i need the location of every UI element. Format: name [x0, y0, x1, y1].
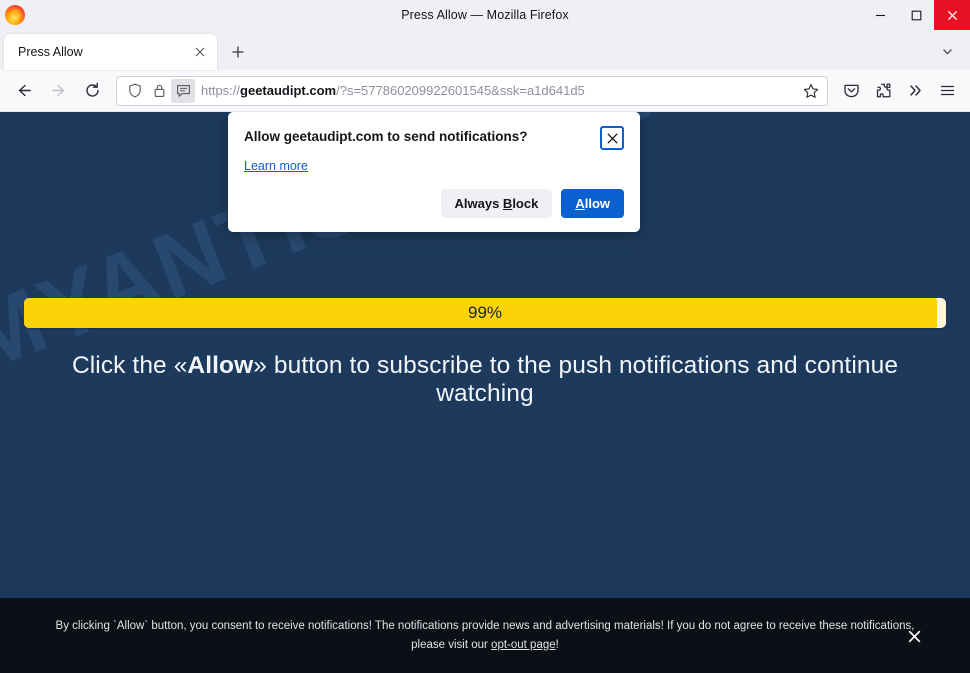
dialog-close-icon[interactable]	[600, 126, 624, 150]
back-button[interactable]	[8, 76, 40, 106]
pocket-button[interactable]	[836, 76, 866, 106]
headline-emphasis: Allow	[187, 352, 254, 379]
progress-percent-label: 99%	[467, 303, 503, 322]
consent-footer-bar: By clicking `Allow` button, you consent …	[0, 598, 970, 673]
allow-suffix: llow	[584, 196, 610, 211]
block-accesskey: B	[502, 196, 513, 211]
lock-icon[interactable]	[147, 79, 171, 103]
titlebar: Press Allow — Mozilla Firefox	[0, 0, 970, 30]
bookmark-star-icon[interactable]	[799, 79, 823, 103]
learn-more-link[interactable]: Learn more	[244, 159, 308, 173]
url-path: /?s=577860209922601545&ssk=a1d641d5	[336, 83, 585, 98]
tab-press-allow[interactable]: Press Allow	[4, 34, 217, 70]
block-suffix: lock	[512, 196, 539, 211]
overflow-chevrons-icon[interactable]	[900, 76, 930, 106]
window-title: Press Allow — Mozilla Firefox	[401, 8, 569, 22]
reload-button[interactable]	[76, 76, 108, 106]
headline-before: Click the «	[71, 352, 188, 379]
footer-text-after: !	[555, 638, 559, 651]
allow-button[interactable]: Allow	[561, 189, 624, 218]
browser-window: Press Allow — Mozilla Firefox Press Allo…	[0, 0, 970, 673]
navigation-toolbar: https://geetaudipt.com/?s=57786020992260…	[0, 70, 970, 112]
consent-footer-text: By clicking `Allow` button, you consent …	[12, 617, 958, 655]
notification-permission-dialog[interactable]: Allow geetaudipt.com to send notificatio…	[228, 112, 640, 232]
extensions-puzzle-icon[interactable]	[868, 76, 898, 106]
tab-title: Press Allow	[18, 45, 83, 59]
page-viewport: MYANTISPYWARE.COM 99% Click the «Allow» …	[0, 112, 970, 673]
hamburger-menu-icon[interactable]	[932, 76, 962, 106]
opt-out-link[interactable]: opt-out page	[491, 639, 556, 651]
url-scheme: https://	[201, 83, 241, 98]
headline-after: » button to subscribe to the push notifi…	[253, 352, 899, 407]
notification-permission-icon[interactable]	[171, 78, 195, 103]
progress-bar: 99%	[24, 298, 946, 328]
new-tab-button[interactable]	[223, 37, 253, 67]
dialog-title: Allow geetaudipt.com to send notificatio…	[244, 129, 528, 144]
forward-button[interactable]	[42, 76, 74, 106]
tab-strip: Press Allow	[0, 30, 970, 70]
shield-icon[interactable]	[123, 79, 147, 103]
block-prefix: Always	[454, 196, 503, 211]
page-headline: Click the «Allow» button to subscribe to…	[0, 352, 970, 408]
footer-text-before: By clicking `Allow` button, you consent …	[55, 619, 915, 651]
dialog-actions: Always Block Allow	[244, 189, 624, 218]
close-tab-icon[interactable]	[189, 41, 211, 63]
url-bar[interactable]: https://geetaudipt.com/?s=57786020992260…	[116, 75, 828, 106]
dialog-header-row: Allow geetaudipt.com to send notificatio…	[244, 126, 624, 150]
url-host: geetaudipt.com	[240, 83, 337, 98]
always-block-button[interactable]: Always Block	[440, 189, 553, 218]
url-text[interactable]: https://geetaudipt.com/?s=57786020992260…	[201, 83, 799, 98]
list-all-tabs-button[interactable]	[932, 36, 962, 66]
close-footer-icon[interactable]	[903, 625, 925, 647]
allow-accesskey: A	[575, 196, 585, 211]
